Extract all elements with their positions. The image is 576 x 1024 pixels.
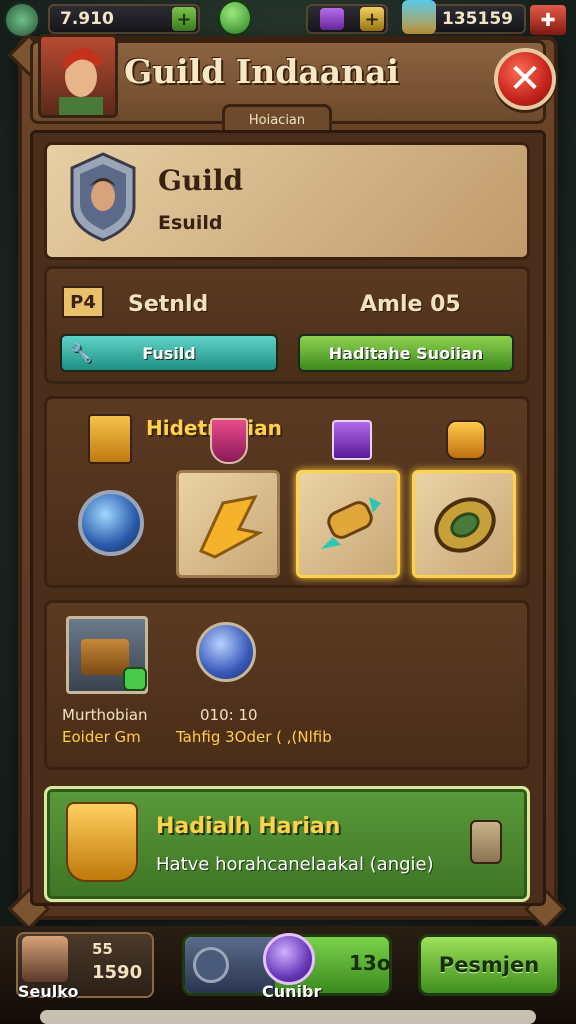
- orb-icon: [263, 933, 315, 985]
- player-score: 1590: [92, 962, 143, 983]
- guild-action-button[interactable]: 🔧 Fusild: [60, 334, 278, 372]
- daily-reward-label: Haditahe Suoiian: [328, 343, 484, 363]
- page-title: Guild Indaanai: [124, 52, 399, 91]
- gem-icon[interactable]: [78, 490, 144, 556]
- primary-action-label: Pesmjen: [438, 953, 540, 977]
- guild-action-label: Fusild: [142, 343, 196, 363]
- rank-badge-icon: P4: [62, 286, 104, 318]
- treasure-chest-icon: [402, 0, 436, 34]
- daily-reward-button[interactable]: Haditahe Suoiian: [298, 334, 514, 372]
- gold-counter: 7.910 +: [48, 4, 200, 34]
- bomb-icon[interactable]: [196, 622, 256, 682]
- shield-icon[interactable]: [210, 418, 248, 464]
- player-name: Seulko: [18, 982, 79, 1001]
- primary-action-button[interactable]: Pesmjen: [418, 934, 560, 996]
- lock-icon[interactable]: [470, 820, 502, 864]
- scroll-icon: [321, 497, 381, 549]
- guild-name: Guild: [158, 164, 244, 197]
- reward-slot-1[interactable]: [176, 470, 280, 578]
- material-name: Murthobian: [62, 706, 148, 724]
- coin-counter: 135159: [402, 0, 526, 34]
- purple-cube-icon: [320, 8, 344, 30]
- coin-icon: [193, 947, 229, 983]
- material-subtext: Eoider Gm: [62, 728, 141, 746]
- close-icon: ✕: [508, 56, 542, 102]
- daily-reward-description: Hatve horahcanelaakal (angie): [156, 854, 434, 875]
- emerald-icon[interactable]: [218, 0, 252, 36]
- daily-reward-title: Hadialh Harian: [156, 814, 341, 839]
- rank-gem-icon: [4, 2, 40, 38]
- ring-icon: [434, 497, 496, 553]
- leader-avatar[interactable]: [38, 34, 118, 118]
- avatar-icon: [59, 47, 103, 115]
- material-counter: +: [306, 4, 388, 34]
- craft-label: Cunibr: [262, 982, 322, 1001]
- golden-chest-icon: [66, 802, 138, 882]
- craft-value: 13o: [349, 951, 391, 975]
- item-bundle-icon[interactable]: [66, 616, 148, 694]
- player-level: 55: [92, 940, 113, 958]
- guild-subtitle: Esuild: [158, 212, 223, 234]
- chest-small-icon: [81, 639, 129, 675]
- reward-slot-3[interactable]: [412, 470, 516, 578]
- reward-slot-2[interactable]: [296, 470, 400, 578]
- add-gold-button[interactable]: +: [172, 7, 196, 31]
- gold-value: 7.910: [60, 9, 114, 29]
- player-avatar: [22, 936, 68, 982]
- chest-icon[interactable]: [88, 414, 132, 464]
- home-indicator: [40, 1010, 536, 1024]
- add-material-button[interactable]: +: [360, 7, 384, 31]
- gold-shard-icon: [198, 494, 264, 559]
- stat-left-label: Setnld: [128, 292, 209, 317]
- stat-right-label: Amle 05: [360, 292, 461, 317]
- close-button[interactable]: ✕: [494, 48, 556, 110]
- purple-rune-icon[interactable]: [332, 420, 372, 460]
- material-value: 010: 10: [200, 706, 258, 724]
- gold-helm-icon[interactable]: [446, 420, 486, 460]
- badge-icon: [123, 667, 147, 691]
- wrench-icon: 🔧: [70, 342, 93, 364]
- guild-crest-icon[interactable]: [64, 150, 142, 242]
- gift-button[interactable]: ✚: [530, 5, 566, 35]
- material-value-subtext: Tahfig 3Oder ( ,(Nlfib: [176, 728, 332, 746]
